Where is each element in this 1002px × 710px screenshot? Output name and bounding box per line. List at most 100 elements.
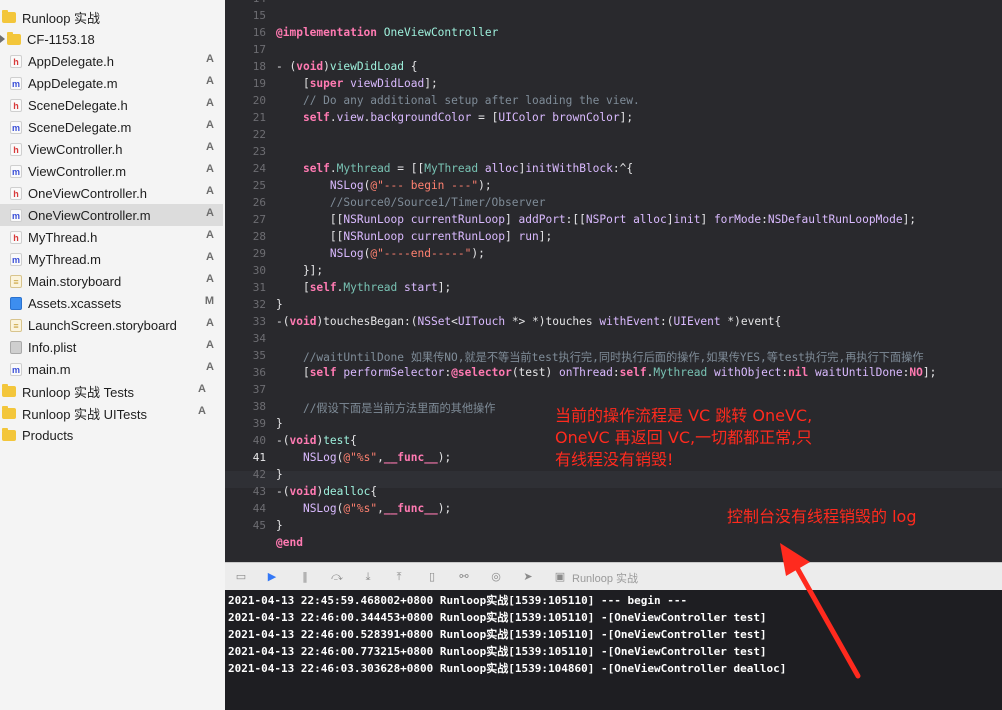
navigator-item[interactable]: Products (0, 424, 215, 446)
step-out-icon[interactable]: ⤒ (392, 570, 406, 583)
navigator-item-label: LaunchScreen.storyboard (28, 317, 177, 333)
navigator-item[interactable]: m main.m A (0, 358, 223, 380)
annotation-flow-note: 当前的操作流程是 VC 跳转 OneVC, OneVC 再返回 VC,一切都都正… (555, 405, 812, 471)
objc-file-icon: m (10, 164, 22, 178)
source-control-status-badge: A (206, 141, 214, 153)
objc-file-icon: m (10, 362, 22, 376)
navigator-item[interactable]: ≡ LaunchScreen.storyboard A (0, 314, 223, 336)
navigator-item[interactable]: h ViewController.h A (0, 138, 223, 160)
navigator-item[interactable]: h SceneDelegate.h A (0, 94, 223, 116)
line-number[interactable]: 17 (226, 43, 266, 56)
line-number[interactable]: 41 (226, 451, 266, 464)
line-number[interactable]: 14 (226, 0, 266, 5)
folder-icon (2, 405, 16, 419)
code-line-24: NSLog(@"--- begin ---"); (329, 179, 492, 192)
source-control-status-badge: M (204, 295, 214, 307)
pause-icon[interactable]: ‖ (298, 570, 312, 583)
line-number[interactable]: 18 (226, 60, 266, 73)
navigator-item-label: Runloop 实战 (22, 10, 101, 26)
navigator-item[interactable]: h MyThread.h A (0, 226, 223, 248)
code-line-39: -(void)test{ (276, 434, 357, 447)
line-number[interactable]: 25 (226, 179, 266, 192)
code-editor[interactable]: 14 15 16 17 18 19 20 21 22 23 24 25 26 27 28 29 30 31 32 33… (225, 0, 1002, 562)
navigator-item[interactable]: m MyThread.m A (0, 248, 223, 270)
line-number[interactable]: 27 (226, 213, 266, 226)
code-line-41: } (276, 468, 283, 481)
line-number[interactable]: 15 (226, 9, 266, 22)
source-control-status-badge: A (206, 339, 214, 351)
environment-overrides-icon[interactable]: ◎ (489, 570, 503, 583)
line-number[interactable]: 16 (226, 26, 266, 39)
line-number[interactable]: 22 (226, 128, 266, 141)
code-line-37: //假设下面是当前方法里面的其他操作 (276, 400, 495, 416)
line-number[interactable]: 24 (226, 162, 266, 175)
line-number[interactable]: 34 (226, 332, 266, 345)
line-number[interactable]: 19 (226, 77, 266, 90)
line-number[interactable]: 32 (226, 298, 266, 311)
line-number[interactable]: 39 (226, 417, 266, 430)
navigator-item[interactable]: ≡ Main.storyboard A (0, 270, 223, 292)
line-number[interactable]: 20 (226, 94, 266, 107)
line-number[interactable]: 42 (226, 468, 266, 481)
objc-file-icon: m (10, 76, 22, 90)
storyboard-icon: ≡ (10, 274, 22, 288)
line-number[interactable]: 37 (226, 383, 266, 396)
line-number[interactable]: 21 (226, 111, 266, 124)
source-control-status-badge: A (206, 207, 214, 219)
line-number[interactable]: 31 (226, 281, 266, 294)
code-line-23: self.Mythread = [[MyThread alloc]initWit… (302, 162, 634, 175)
source-control-status-badge: A (206, 53, 214, 65)
line-number[interactable]: 38 (226, 400, 266, 413)
navigator-item[interactable]: m AppDelegate.m A (0, 72, 223, 94)
navigator-item[interactable]: Info.plist A (0, 336, 223, 358)
breakpoints-toggle-icon[interactable]: ▶ (265, 570, 279, 583)
navigator-item-label: OneViewController.m (28, 207, 151, 223)
navigator-item[interactable]: m SceneDelegate.m A (0, 116, 223, 138)
line-number[interactable]: 30 (226, 264, 266, 277)
line-number[interactable]: 43 (226, 485, 266, 498)
navigator-item[interactable]: Assets.xcassets M (0, 292, 223, 314)
code-line-20: self.view.backgroundColor = [UIColor bro… (302, 111, 634, 124)
string-end: @"----end-----" (370, 247, 472, 260)
navigator-item[interactable]: Runloop 实战 Tests A (0, 380, 215, 402)
navigator-item-label: CF-1153.18 (27, 31, 95, 47)
navigator-item[interactable]: h AppDelegate.h A (0, 50, 223, 72)
debug-toolbar: ▭ ▶ ‖ ⤼ ⤓ ⤒ ▯ ⚯ ◎ ➤ ▣ Runloop 实战 (225, 562, 1002, 590)
simulate-location-icon[interactable]: ➤ (521, 570, 535, 583)
memory-graph-icon[interactable]: ⚯ (457, 570, 471, 583)
line-number[interactable]: 28 (226, 230, 266, 243)
navigator-item-label: ViewController.m (28, 163, 127, 179)
header-file-icon: h (10, 54, 22, 68)
hide-debug-area-icon[interactable]: ▭ (234, 570, 248, 583)
source-control-status-badge: A (206, 361, 214, 373)
code-line-28: NSLog(@"----end-----"); (329, 247, 485, 260)
comment-assume: //假设下面是当前方法里面的其他操作 (302, 402, 496, 415)
navigator-item[interactable]: m OneViewController.m A (0, 204, 223, 226)
source-control-status-badge: A (206, 317, 214, 329)
line-number[interactable]: 36 (226, 366, 266, 379)
navigator-item[interactable]: Runloop 实战 (0, 6, 215, 28)
line-number[interactable]: 26 (226, 196, 266, 209)
navigator-item-label: Main.storyboard (28, 273, 122, 289)
navigator-item-label: SceneDelegate.m (28, 119, 132, 135)
navigator-item[interactable]: CF-1153.18 (0, 28, 213, 50)
line-number[interactable]: 33 (226, 315, 266, 328)
view-hierarchy-icon[interactable]: ▯ (425, 570, 439, 583)
step-over-icon[interactable]: ⤼ (330, 570, 344, 583)
navigator-item[interactable]: h OneViewController.h A (0, 182, 223, 204)
line-number[interactable]: 23 (226, 145, 266, 158)
comment-wait: //waitUntilDone 如果传NO,就是不等当前test执行完,同时执行… (302, 351, 924, 364)
line-number[interactable]: 44 (226, 502, 266, 515)
navigator-item[interactable]: Runloop 实战 UITests A (0, 402, 215, 424)
step-into-icon[interactable]: ⤓ (361, 570, 375, 583)
line-number[interactable]: 35 (226, 349, 266, 362)
source-control-status-badge: A (206, 119, 214, 131)
line-number[interactable]: 45 (226, 519, 266, 532)
navigator-item-label: Runloop 实战 Tests (22, 384, 134, 400)
line-number[interactable]: 40 (226, 434, 266, 447)
debug-console[interactable]: 2021-04-13 22:45:59.468002+0800 Runloop实… (225, 590, 1002, 710)
line-number[interactable]: 29 (226, 247, 266, 260)
navigator-item[interactable]: m ViewController.m A (0, 160, 223, 182)
disclosure-triangle-icon[interactable] (0, 35, 5, 43)
objc-file-icon: m (10, 120, 22, 134)
